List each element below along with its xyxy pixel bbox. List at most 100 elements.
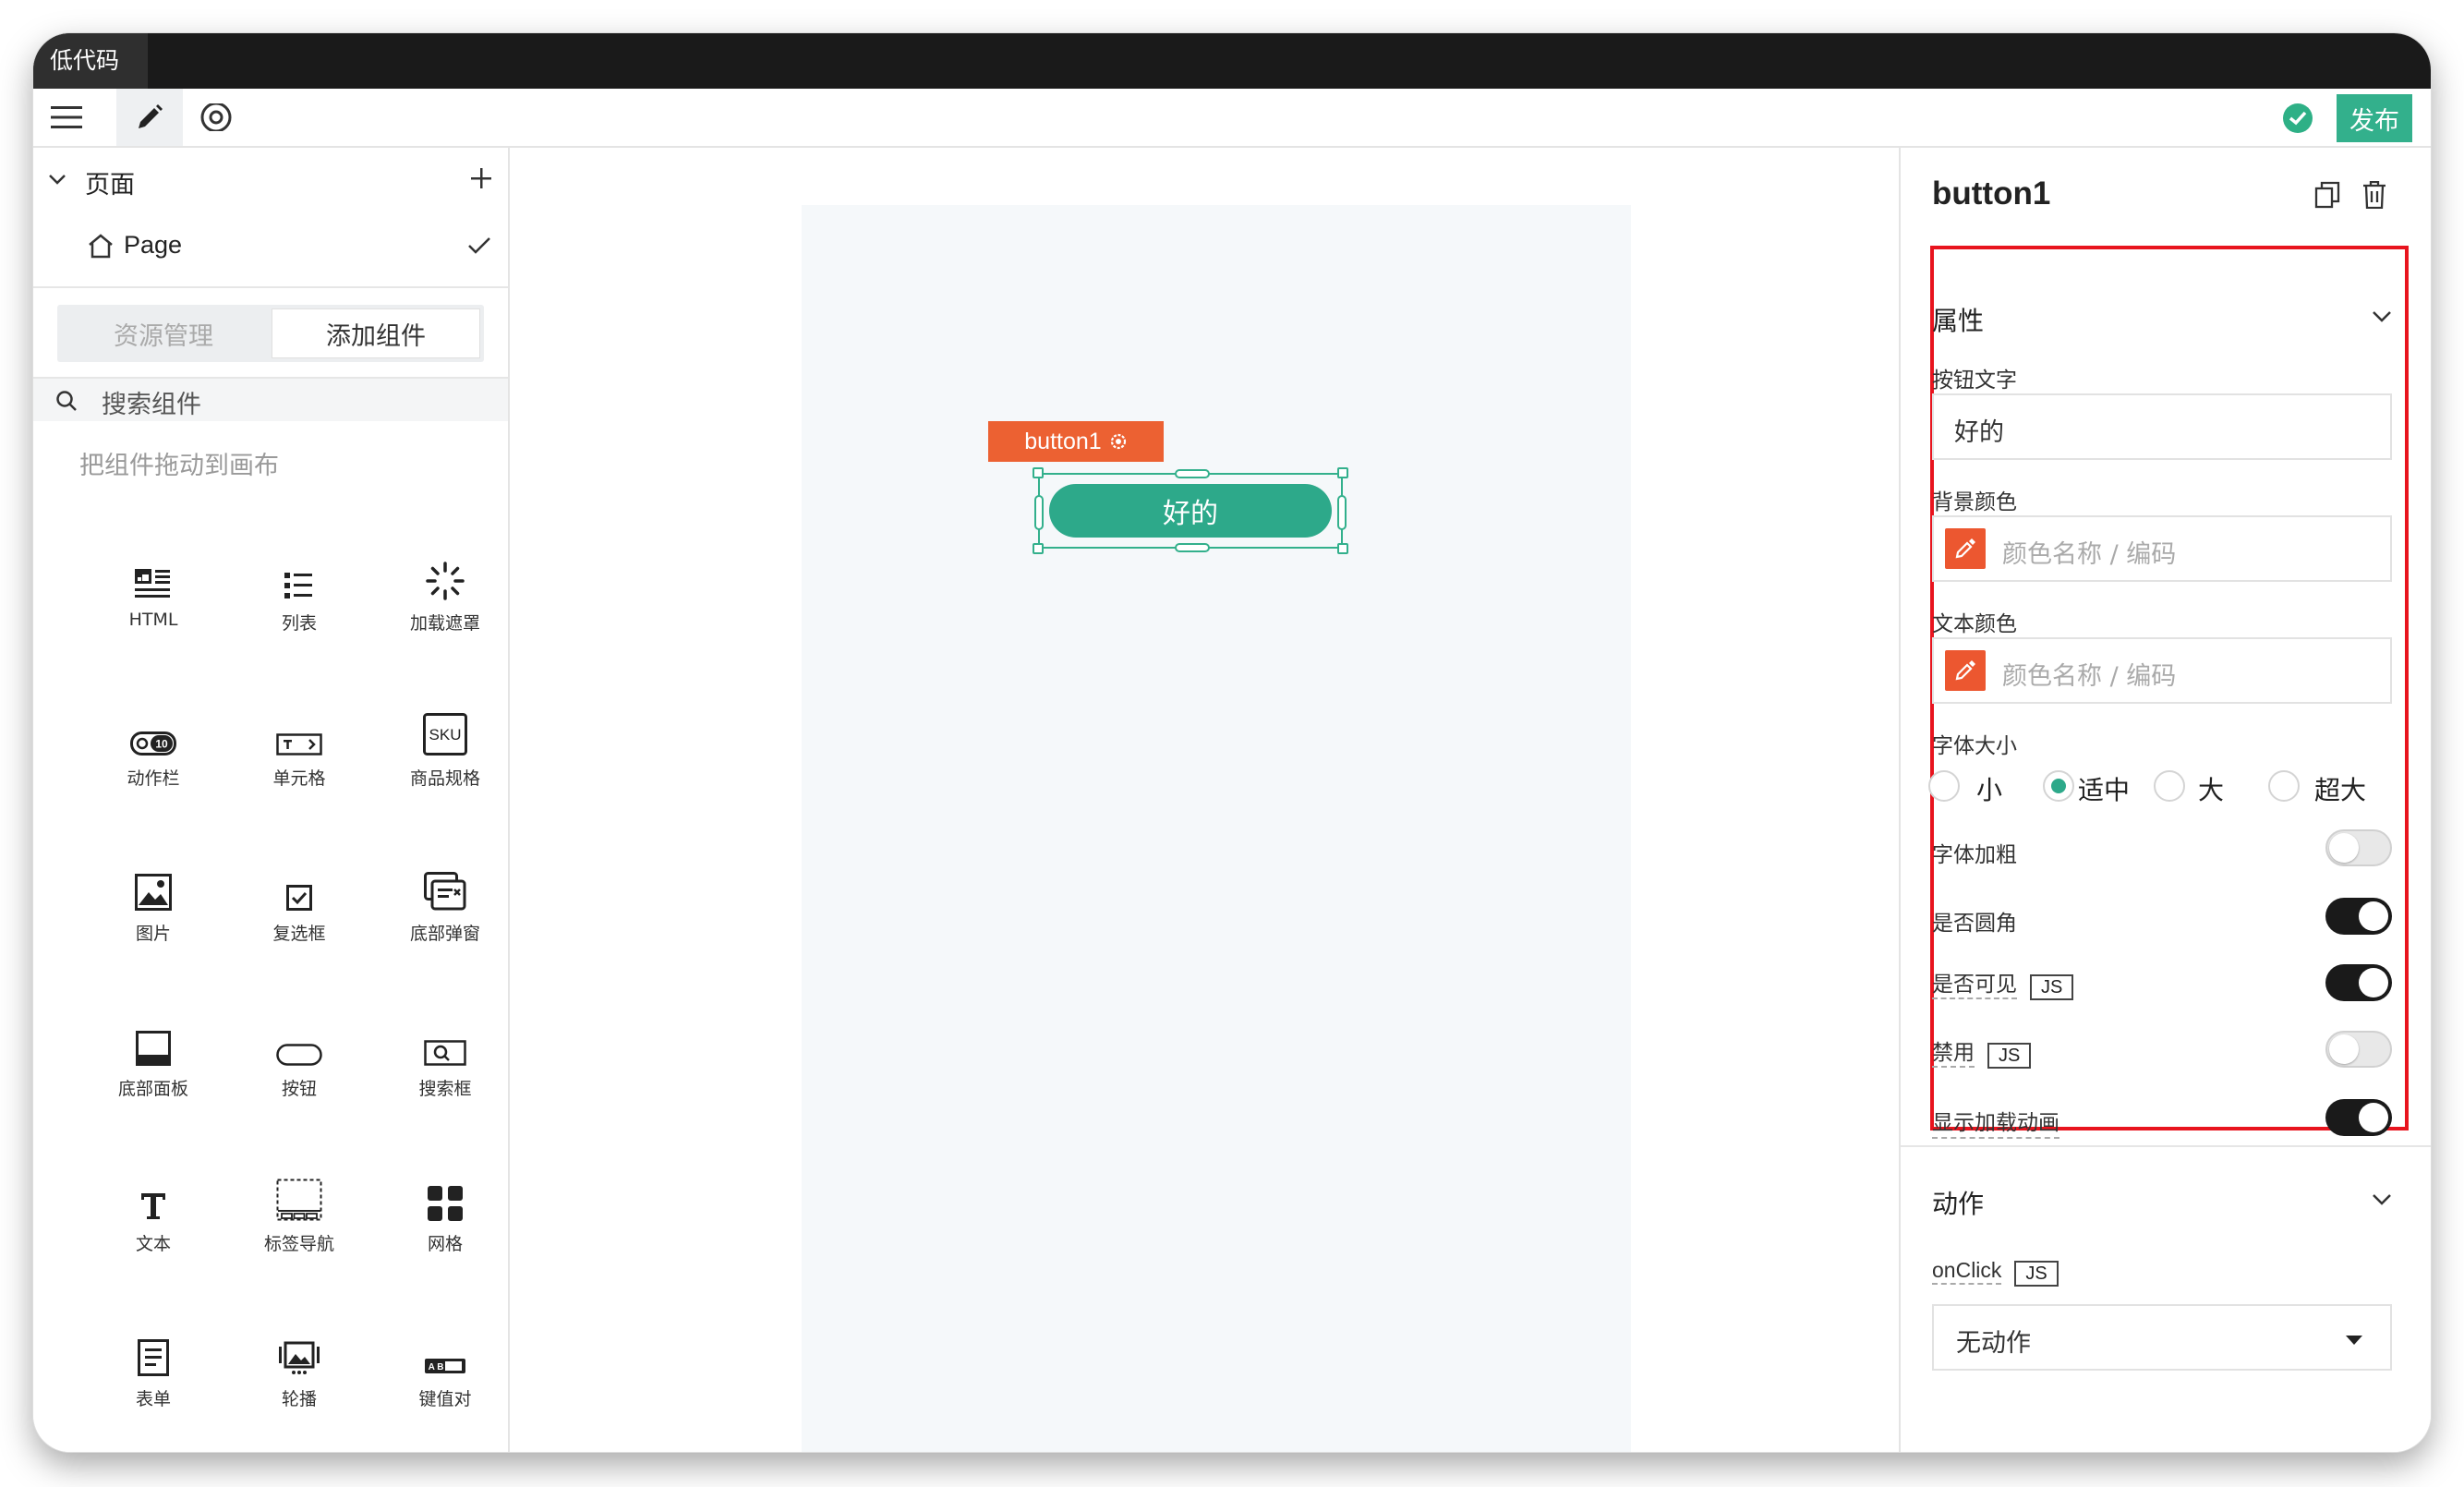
onclick-action-select[interactable]: 无动作 xyxy=(1932,1304,2392,1371)
html-icon xyxy=(135,569,170,598)
svg-text:A B: A B xyxy=(429,1362,444,1372)
carousel-icon xyxy=(279,1341,320,1374)
button-text-input[interactable]: 好的 xyxy=(1932,393,2392,460)
component-text[interactable]: 文本 xyxy=(79,1175,227,1276)
phone-preview[interactable]: button1 好的 xyxy=(802,205,1631,1452)
resize-handle[interactable] xyxy=(1033,543,1044,554)
resize-handle[interactable] xyxy=(1033,467,1044,478)
font-size-option-small: 小 xyxy=(1976,775,2003,805)
svg-text:10: 10 xyxy=(155,738,168,751)
component-bottom-panel[interactable]: 底部面板 xyxy=(79,1020,227,1121)
component-grid[interactable]: 网格 xyxy=(371,1175,519,1276)
disabled-toggle[interactable] xyxy=(2325,1031,2392,1068)
copy-icon[interactable] xyxy=(2314,181,2340,209)
component-html[interactable]: HTML xyxy=(79,554,227,656)
component-sku[interactable]: SKU 商品规格 xyxy=(371,709,519,811)
visible-row: 是否可见 JS xyxy=(1932,966,2074,1000)
font-size-radio-medium[interactable] xyxy=(2043,770,2074,802)
component-image[interactable]: 图片 xyxy=(79,864,227,966)
js-badge[interactable]: JS xyxy=(2014,1260,2059,1287)
rounded-toggle[interactable] xyxy=(2325,898,2392,935)
component-search-box[interactable]: 搜索框 xyxy=(371,1020,519,1121)
font-size-label: 字体大小 xyxy=(1932,734,2017,758)
bg-color-input[interactable]: 颜色名称 / 编码 xyxy=(1932,515,2392,582)
chevron-down-icon[interactable] xyxy=(2372,1193,2392,1206)
settings-icon[interactable] xyxy=(1109,432,1128,451)
bold-label: 字体加粗 xyxy=(1932,843,2017,867)
cell-icon xyxy=(276,733,322,756)
font-size-option-medium: 适中 xyxy=(2078,775,2131,805)
component-carousel[interactable]: 轮播 xyxy=(225,1330,373,1432)
resize-handle[interactable] xyxy=(1034,495,1044,530)
resize-handle[interactable] xyxy=(1337,467,1348,478)
page-item-label: Page xyxy=(124,231,183,259)
font-size-radio-xlarge[interactable] xyxy=(2268,770,2300,802)
component-form[interactable]: 表单 xyxy=(79,1330,227,1432)
bold-toggle[interactable] xyxy=(2325,829,2392,866)
loading-toggle[interactable] xyxy=(2325,1099,2392,1136)
sku-icon: SKU xyxy=(423,713,467,756)
add-page-icon[interactable] xyxy=(471,168,491,188)
home-icon xyxy=(89,234,113,259)
left-panel: 页面 Page 资源管理 添加组件 搜索组件 把组件拖动到画布 HTML 列表 xyxy=(33,148,510,1452)
chevron-down-icon[interactable] xyxy=(2372,310,2392,323)
visible-toggle[interactable] xyxy=(2325,964,2392,1001)
font-size-radio-small[interactable] xyxy=(1928,770,1960,802)
chevron-down-icon xyxy=(49,175,66,185)
component-cell[interactable]: 单元格 xyxy=(225,709,373,811)
disabled-label: 禁用 xyxy=(1932,1041,1975,1068)
grid-icon xyxy=(428,1186,463,1221)
visible-label: 是否可见 xyxy=(1932,973,2017,999)
resize-handle[interactable] xyxy=(1175,543,1210,552)
onclick-label: onClick xyxy=(1932,1258,2002,1285)
preview-mode-button[interactable] xyxy=(183,89,249,146)
selection-box[interactable]: 好的 xyxy=(1033,467,1348,554)
disabled-row: 禁用 JS xyxy=(1932,1034,2032,1069)
trash-icon[interactable] xyxy=(2362,181,2386,209)
component-tabs[interactable]: 标签导航 xyxy=(225,1175,373,1276)
component-loading[interactable]: 加载遮罩 xyxy=(371,554,519,656)
component-popup[interactable]: 底部弹窗 xyxy=(371,864,519,966)
drag-hint: 把组件拖动到画布 xyxy=(79,452,279,480)
publish-button[interactable]: 发布 xyxy=(2337,94,2412,142)
title-bar: 低代码 xyxy=(33,33,2431,89)
tab-assets[interactable]: 资源管理 xyxy=(61,308,266,358)
resize-handle[interactable] xyxy=(1337,543,1348,554)
tab-add-component[interactable]: 添加组件 xyxy=(272,308,480,358)
resize-handle[interactable] xyxy=(1175,469,1210,478)
font-size-radio-large[interactable] xyxy=(2154,770,2185,802)
color-picker-button[interactable] xyxy=(1945,650,1986,691)
eye-icon xyxy=(200,103,232,131)
edit-mode-button[interactable] xyxy=(116,89,183,146)
eyedropper-icon xyxy=(1955,538,1975,559)
menu-button[interactable] xyxy=(33,89,100,146)
js-badge[interactable]: JS xyxy=(1987,1042,2032,1069)
selected-component-tag[interactable]: button1 xyxy=(988,421,1164,462)
loading-label: 显示加载动画 xyxy=(1932,1105,2059,1139)
component-search[interactable]: 搜索组件 xyxy=(33,379,508,421)
saved-check-icon xyxy=(2283,103,2313,133)
divider xyxy=(33,286,508,288)
pages-header[interactable]: 页面 xyxy=(33,148,508,212)
page-item[interactable]: Page xyxy=(33,212,508,279)
component-checkbox[interactable]: 复选框 xyxy=(225,864,373,966)
editor-canvas[interactable]: button1 好的 xyxy=(512,148,1897,1452)
window-tab[interactable]: 低代码 xyxy=(33,33,148,89)
canvas-button[interactable]: 好的 xyxy=(1049,484,1332,538)
component-action-bar[interactable]: 10 动作栏 xyxy=(79,709,227,811)
button-text-label: 按钮文字 xyxy=(1932,369,2017,393)
properties-section-title: 属性 xyxy=(1932,306,1985,336)
hamburger-icon xyxy=(51,106,82,128)
color-picker-button[interactable] xyxy=(1945,528,1986,569)
caret-down-icon xyxy=(2346,1336,2362,1345)
resize-handle[interactable] xyxy=(1337,495,1347,530)
text-color-input[interactable]: 颜色名称 / 编码 xyxy=(1932,637,2392,704)
bottom-panel-icon xyxy=(136,1031,171,1066)
onclick-row: onClick JS xyxy=(1932,1258,2059,1291)
component-button[interactable]: 按钮 xyxy=(225,1020,373,1121)
component-key-value[interactable]: A B 键值对 xyxy=(371,1330,519,1432)
js-badge[interactable]: JS xyxy=(2030,973,2074,1000)
component-list[interactable]: 列表 xyxy=(225,554,373,656)
loading-icon xyxy=(426,562,465,600)
actions-section-title: 动作 xyxy=(1932,1189,1985,1219)
